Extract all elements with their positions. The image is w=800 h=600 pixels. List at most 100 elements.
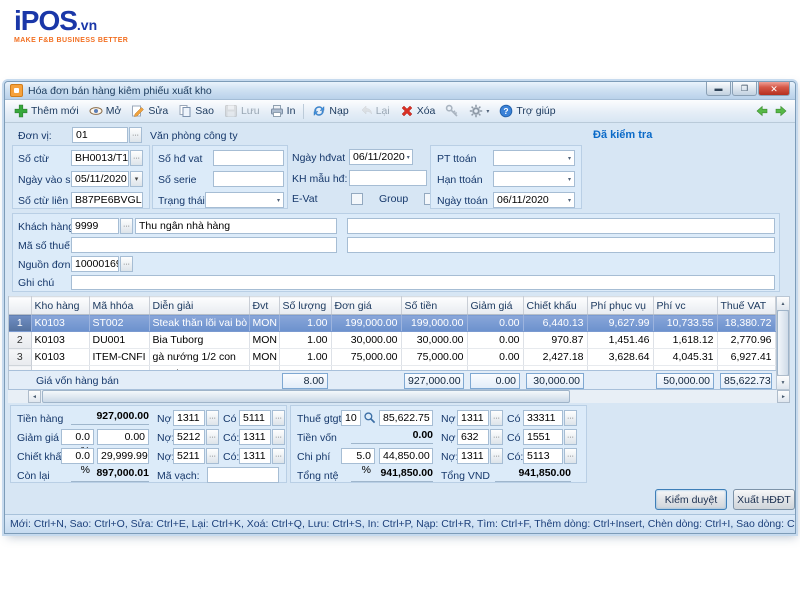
grid-column-header[interactable]: Diễn giải <box>149 297 249 315</box>
grid-cell[interactable]: 10,733.55 <box>653 315 717 332</box>
grid-cell[interactable]: K0103 <box>31 332 89 349</box>
browse-button[interactable]: ··· <box>564 429 577 445</box>
e-vat-checkbox[interactable] <box>351 193 363 205</box>
toolbar-tro-giup-button[interactable]: ?Trợ giúp <box>494 102 560 120</box>
thue-gtgt-credit-account[interactable]: 33311 <box>523 410 563 426</box>
kh-mau-hd-input[interactable] <box>349 170 427 186</box>
title-bar[interactable]: Hóa đơn bán hàng kiêm phiếu xuất kho ▬ ❒… <box>5 82 795 100</box>
grid-column-header[interactable]: Thuế VAT <box>717 297 775 315</box>
grid-cell[interactable]: MON <box>249 315 279 332</box>
ngay-vao-so-input[interactable]: 05/11/2020 <box>71 171 129 187</box>
han-ttoan-select[interactable]: ▾ <box>493 171 575 187</box>
trang-thai-hdd-select[interactable]: ▾ <box>205 192 284 208</box>
grid-cell[interactable]: 199,000.00 <box>401 315 467 332</box>
chiet-khau-percent-input[interactable]: 0.0 % <box>61 448 94 464</box>
browse-button[interactable]: ··· <box>564 410 577 426</box>
grid-column-header[interactable]: Chiết khấu <box>523 297 587 315</box>
khach-hang-browse-button[interactable]: ··· <box>120 218 133 234</box>
toolbar-mo-button[interactable]: Mở <box>84 102 127 120</box>
don-vi-input[interactable]: 01 <box>72 127 128 143</box>
table-row[interactable]: 2K0103DU001Bia TuborgMON1.0030,000.0030,… <box>9 332 775 349</box>
maximize-button[interactable]: ❒ <box>732 82 757 96</box>
chiet-khau-credit-account[interactable]: 1311 <box>239 448 271 464</box>
scroll-right-icon[interactable]: ► <box>777 390 790 403</box>
toolbar-xoa-button[interactable]: Xóa <box>395 102 441 120</box>
grid-cell[interactable]: 1,451.46 <box>587 332 653 349</box>
don-vi-browse-button[interactable]: ··· <box>129 127 142 143</box>
grid-vertical-scrollbar[interactable]: ▲ ▼ <box>776 296 790 390</box>
grid-cell[interactable]: 970.87 <box>523 332 587 349</box>
so-ctu-lien-quan-input[interactable]: B87PE6BVGLE… <box>71 192 143 208</box>
grid-cell[interactable]: MON <box>249 349 279 366</box>
grid-cell[interactable]: MON <box>249 332 279 349</box>
grid-horizontal-scrollbar[interactable]: ◄ ► <box>8 390 790 403</box>
giam-gia-percent-input[interactable]: 0.0 % <box>61 429 94 445</box>
horizontal-scrollbar-thumb[interactable] <box>42 390 570 403</box>
browse-button[interactable]: ··· <box>206 429 219 445</box>
thue-gtgt-rate-input[interactable]: 10 <box>341 410 361 426</box>
grid-cell[interactable]: gà nướng 1/2 con <box>149 349 249 366</box>
nguon-don-browse-button[interactable]: ··· <box>120 256 133 272</box>
grid-cell[interactable]: 1.00 <box>279 332 331 349</box>
toolbar-settings-button[interactable]: ▾ <box>464 102 494 120</box>
chiet-khau-value-input[interactable]: 29,999.99 <box>97 448 149 464</box>
giam-gia-credit-account[interactable]: 1311 <box>239 429 271 445</box>
toolbar-nap-button[interactable]: Nạp <box>307 102 353 120</box>
search-icon[interactable] <box>363 411 376 424</box>
chi-phi-percent-input[interactable]: 5.0 % <box>341 448 375 464</box>
so-ctu-input[interactable]: BH0013/T11 <box>71 150 129 166</box>
grid-cell[interactable]: 4,045.31 <box>653 349 717 366</box>
grid-cell[interactable]: 2,427.18 <box>523 349 587 366</box>
tien-von-credit-account[interactable]: 1551 <box>523 429 563 445</box>
export-invoice-button[interactable]: Xuất HĐĐT <box>733 489 795 510</box>
pt-ttoan-select[interactable]: ▾ <box>493 150 575 166</box>
grid-cell[interactable]: K0103 <box>31 315 89 332</box>
so-ctu-browse-button[interactable]: ··· <box>130 150 143 166</box>
grid-column-header[interactable]: Kho hàng <box>31 297 89 315</box>
giam-gia-debit-account[interactable]: 5212 <box>173 429 205 445</box>
grid-cell[interactable]: 6,927.41 <box>717 349 775 366</box>
browse-button[interactable]: ··· <box>564 448 577 464</box>
ma-vach-input[interactable] <box>207 467 279 483</box>
thue-gtgt-debit-account[interactable]: 1311 <box>457 410 489 426</box>
vertical-scrollbar-thumb[interactable] <box>777 310 789 376</box>
table-row[interactable]: 1K0103ST002Steak thăn lõi vai bò Fuji 16… <box>9 315 775 332</box>
browse-button[interactable]: ··· <box>206 448 219 464</box>
grid-cell[interactable]: Steak thăn lõi vai bò Fuji 160gr <box>149 315 249 332</box>
table-row[interactable]: 3K0103ITEM-CNFIgà nướng 1/2 conMON1.0075… <box>9 349 775 366</box>
grid-cell[interactable]: 0.00 <box>467 315 523 332</box>
ghi-chu-input[interactable] <box>71 275 775 290</box>
grid-cell[interactable]: K0103 <box>31 349 89 366</box>
grid-cell[interactable]: DU001 <box>89 332 149 349</box>
row-number[interactable]: 1 <box>9 315 31 332</box>
grid-cell[interactable]: 6,440.13 <box>523 315 587 332</box>
grid-column-header[interactable] <box>9 297 31 315</box>
khach-hang-name-input[interactable]: Thu ngân nhà hàng <box>135 218 337 234</box>
grid-cell[interactable]: 9,627.99 <box>587 315 653 332</box>
giam-gia-value-input[interactable]: 0.00 <box>97 429 149 445</box>
browse-button[interactable]: ··· <box>272 410 285 426</box>
grid-cell[interactable]: 1.00 <box>279 349 331 366</box>
nguon-don-input[interactable]: 10000169 <box>71 256 119 272</box>
chi-phi-debit-account[interactable]: 1311 <box>457 448 489 464</box>
toolbar-in-button[interactable]: In <box>265 102 301 120</box>
grid-cell[interactable]: 75,000.00 <box>401 349 467 366</box>
ngay-hdvat-input[interactable]: 06/11/2020▾ <box>349 149 413 165</box>
ngay-ttoan-input[interactable]: 06/11/2020▾ <box>493 192 575 208</box>
grid-column-header[interactable]: Đơn giá <box>331 297 401 315</box>
minimize-button[interactable]: ▬ <box>706 82 731 96</box>
toolbar-key-button[interactable] <box>440 102 464 120</box>
toolbar-forward-button[interactable] <box>774 104 788 118</box>
grid-cell[interactable]: 1.00 <box>279 315 331 332</box>
grid-cell[interactable]: 30,000.00 <box>401 332 467 349</box>
grid-cell[interactable]: 0.00 <box>467 349 523 366</box>
scroll-down-icon[interactable]: ▼ <box>777 375 789 389</box>
khach-hang-code-input[interactable]: 9999 <box>71 218 119 234</box>
grid-cell[interactable]: ITEM-CNFI <box>89 349 149 366</box>
grid-cell[interactable]: 199,000.00 <box>331 315 401 332</box>
chi-phi-credit-account[interactable]: 5113 <box>523 448 563 464</box>
grid-cell[interactable]: 2,770.96 <box>717 332 775 349</box>
approve-button[interactable]: Kiểm duyệt <box>655 489 727 510</box>
browse-button[interactable]: ··· <box>272 429 285 445</box>
grid-cell[interactable]: Bia Tuborg <box>149 332 249 349</box>
